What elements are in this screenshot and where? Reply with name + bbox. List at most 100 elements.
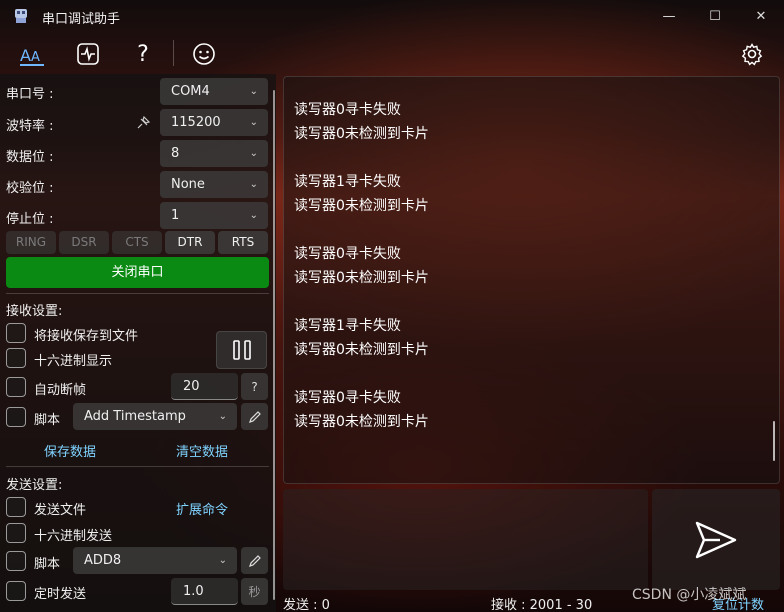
save-data-link[interactable]: 保存数据	[44, 441, 96, 460]
pencil-icon	[248, 554, 261, 567]
log-line: 读写器0寻卡失败	[294, 246, 401, 262]
dsr-indicator: DSR	[59, 231, 109, 254]
log-line: 读写器1寻卡失败	[294, 318, 401, 334]
databits-select[interactable]: 8 ⌄	[160, 140, 268, 167]
log-line: 读写器1寻卡失败	[294, 174, 401, 190]
font-icon[interactable]: A A	[18, 40, 46, 68]
log-line: 读写器0寻卡失败	[294, 390, 401, 406]
timed-send-checkbox[interactable]	[6, 581, 26, 601]
log-line: 读写器0未检测到卡片	[294, 270, 429, 286]
dtr-button[interactable]: DTR	[165, 231, 215, 254]
receive-textarea[interactable]: 读写器0寻卡失败 读写器0未检测到卡片 读写器1寻卡失败 读写器0未检测到卡片 …	[283, 76, 780, 484]
send-textarea[interactable]	[283, 489, 648, 590]
pencil-icon	[248, 410, 261, 423]
seconds-unit: 秒	[241, 578, 268, 605]
cts-indicator: CTS	[112, 231, 162, 254]
send-file-label: 发送文件	[34, 503, 87, 518]
port-select[interactable]: COM4 ⌄	[160, 78, 268, 105]
port-label: 串口号 :	[6, 87, 54, 102]
svg-text:A: A	[20, 46, 31, 65]
divider	[6, 466, 269, 467]
port-value: COM4	[171, 84, 210, 99]
title-bar: 串口调试助手 — ☐ ✕	[0, 0, 784, 32]
log-line: 读写器0未检测到卡片	[294, 126, 429, 142]
parity-label: 校验位 :	[6, 181, 54, 196]
hex-display-label: 十六进制显示	[34, 354, 113, 369]
send-count: 发送 : 0	[283, 598, 330, 612]
timed-send-label: 定时发送	[34, 587, 87, 602]
baud-value: 115200	[171, 115, 221, 130]
pause-icon	[232, 340, 251, 360]
edit-send-script-button[interactable]	[241, 547, 268, 574]
send-icon	[695, 521, 737, 558]
extend-command-link[interactable]: 扩展命令	[176, 499, 228, 518]
app-logo-icon	[15, 9, 27, 23]
databits-label: 数据位 :	[6, 150, 54, 165]
receive-script-select[interactable]: Add Timestamp ⌄	[73, 403, 237, 430]
edit-script-button[interactable]	[241, 403, 268, 430]
send-file-checkbox[interactable]	[6, 497, 26, 517]
send-script-value: ADD8	[84, 553, 122, 568]
auto-frame-checkbox[interactable]	[6, 377, 26, 397]
send-script-select[interactable]: ADD8 ⌄	[73, 547, 237, 574]
receive-settings-title: 接收设置:	[6, 304, 63, 319]
parity-value: None	[171, 177, 205, 192]
send-settings-title: 发送设置:	[6, 478, 63, 493]
log-line: 读写器0未检测到卡片	[294, 342, 429, 358]
waveform-icon[interactable]	[74, 40, 102, 68]
stopbits-value: 1	[171, 208, 180, 223]
baud-select[interactable]: 115200 ⌄	[160, 109, 268, 136]
parity-select[interactable]: None ⌄	[160, 171, 268, 198]
send-button[interactable]	[652, 489, 780, 590]
stopbits-label: 停止位 :	[6, 212, 54, 227]
chevron-down-icon: ⌄	[249, 117, 258, 128]
toolbar-separator	[173, 40, 174, 66]
save-to-file-label: 将接收保存到文件	[34, 329, 139, 344]
log-line: 读写器0寻卡失败	[294, 102, 401, 118]
receive-script-checkbox[interactable]	[6, 407, 26, 427]
settings-scrollbar[interactable]	[273, 90, 275, 600]
window-title: 串口调试助手	[42, 12, 121, 27]
watermark-text: CSDN @小凌斌斌	[632, 587, 747, 603]
chevron-down-icon: ⌄	[249, 86, 258, 97]
chevron-down-icon: ⌄	[249, 210, 258, 221]
receive-script-value: Add Timestamp	[84, 409, 186, 424]
chevron-down-icon: ⌄	[218, 411, 227, 422]
clear-data-link[interactable]: 清空数据	[176, 441, 228, 460]
smiley-icon[interactable]	[190, 40, 218, 68]
stopbits-select[interactable]: 1 ⌄	[160, 202, 268, 229]
chevron-down-icon: ⌄	[249, 148, 258, 159]
receive-scrollbar[interactable]	[773, 421, 775, 461]
auto-frame-label: 自动断帧	[34, 383, 87, 398]
save-to-file-checkbox[interactable]	[6, 323, 26, 343]
help-button[interactable]: ?	[241, 373, 268, 400]
svg-text:A: A	[31, 50, 40, 65]
maximize-button[interactable]: ☐	[692, 0, 738, 32]
divider	[6, 293, 269, 294]
close-button[interactable]: ✕	[738, 0, 784, 32]
pin-icon[interactable]	[132, 112, 154, 134]
receive-count: 接收 : 2001 - 30	[491, 598, 593, 612]
auto-frame-input[interactable]: 20	[171, 373, 238, 400]
rts-button[interactable]: RTS	[218, 231, 268, 254]
settings-icon[interactable]	[738, 40, 766, 68]
send-script-checkbox[interactable]	[6, 551, 26, 571]
receive-script-label: 脚本	[34, 413, 61, 428]
timed-send-input[interactable]: 1.0	[171, 578, 238, 605]
log-line: 读写器0未检测到卡片	[294, 414, 429, 430]
baud-label: 波特率 :	[6, 119, 54, 134]
chevron-down-icon: ⌄	[218, 555, 227, 566]
pause-button[interactable]	[216, 331, 267, 369]
minimize-button[interactable]: —	[646, 0, 692, 32]
databits-value: 8	[171, 146, 180, 161]
log-line: 读写器0未检测到卡片	[294, 198, 429, 214]
chevron-down-icon: ⌄	[249, 179, 258, 190]
help-icon[interactable]: ?	[129, 40, 157, 68]
hex-send-checkbox[interactable]	[6, 523, 26, 543]
hex-send-label: 十六进制发送	[34, 529, 113, 544]
ring-indicator: RING	[6, 231, 56, 254]
send-script-label: 脚本	[34, 557, 61, 572]
hex-display-checkbox[interactable]	[6, 348, 26, 368]
toolbar: A A ?	[0, 32, 784, 74]
close-port-button[interactable]: 关闭串口	[6, 257, 269, 288]
